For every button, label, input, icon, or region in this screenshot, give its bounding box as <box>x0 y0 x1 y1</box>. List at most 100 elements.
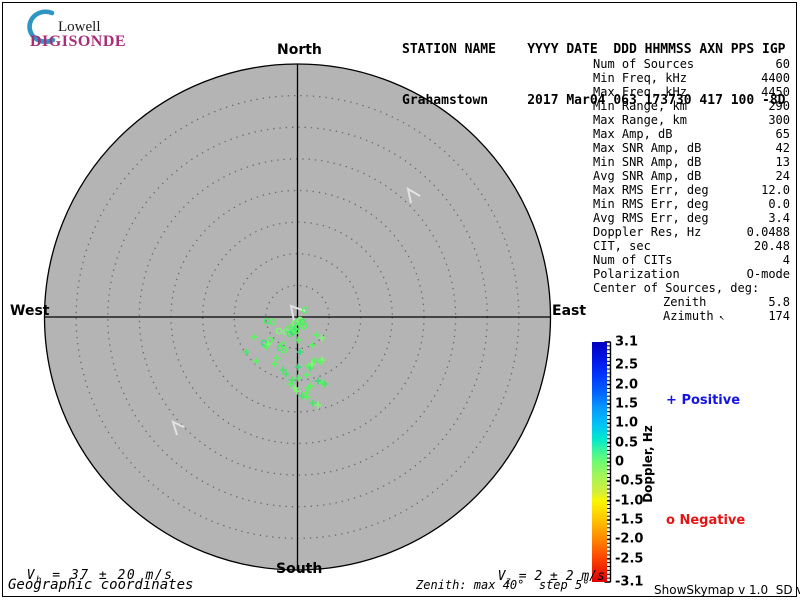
stat-row: Max RMS Err, deg 12.0 <box>593 183 790 197</box>
legend-positive: + Positive <box>666 393 740 408</box>
source-marker-negative <box>266 336 274 344</box>
stat-value: 0.0488 <box>746 225 790 239</box>
stat-row: Min SNR Amp, dB 13 <box>593 155 790 169</box>
legend-positive-label: Positive <box>681 393 741 408</box>
colorbar-tick-label: -2.0 <box>615 531 644 547</box>
stat-row: Min RMS Err, deg 0.0 <box>593 197 790 211</box>
source-marker-negative <box>280 346 288 354</box>
source-marker-positive <box>316 358 324 366</box>
stat-value: 42 <box>775 141 790 155</box>
stat-label: Max Amp, dB <box>593 127 673 141</box>
compass-label-north: North <box>277 42 322 58</box>
source-marker-positive <box>303 371 311 379</box>
colorbar-axis-label: Doppler, Hz <box>641 425 655 503</box>
stat-label: CIT, sec <box>593 239 651 253</box>
stat-row: Max Amp, dB 65 <box>593 127 790 141</box>
plus-marker-icon: + <box>666 393 677 408</box>
stat-value: O-mode <box>746 267 790 281</box>
compass-label-east: East <box>552 303 587 319</box>
coordinates-mode-label: Geographic coordinates <box>8 577 194 593</box>
source-marker-negative <box>289 328 297 336</box>
colorbar-tick-label: -1.5 <box>615 512 644 528</box>
stat-value: 3.4 <box>768 211 790 225</box>
colorbar-tick-label: 2.5 <box>615 357 639 373</box>
source-marker-positive <box>294 363 302 371</box>
zenith-ring <box>138 158 457 476</box>
stat-value: 4450 <box>761 85 790 99</box>
stat-value: 24 <box>775 169 790 183</box>
legend-negative-label: Negative <box>679 513 746 528</box>
zenith-ring <box>233 253 362 381</box>
source-marker-negative <box>269 318 277 326</box>
zenith-ring <box>107 126 488 508</box>
source-marker-positive <box>279 366 287 374</box>
colorbar-tick-label: -0.5 <box>615 473 644 489</box>
source-marker-positive <box>286 380 294 388</box>
stat-label: Min SNR Amp, dB <box>593 155 702 169</box>
software-version-label: ShowSkymap v 1.0 SD v 5.1 <box>654 583 800 597</box>
source-marker-positive <box>304 384 312 392</box>
stat-row: Max Range, km 300 <box>593 113 790 127</box>
direction-arrow <box>171 420 185 436</box>
source-marker-positive <box>307 382 315 390</box>
stat-label: Max Range, km <box>593 113 687 127</box>
logo-text-digisonde: DIGISONDE <box>30 33 127 50</box>
stat-row: CIT, sec 20.48 <box>593 239 790 253</box>
stat-label: Azimuth ↖ <box>663 309 725 323</box>
doppler-colorbar <box>592 342 607 582</box>
stat-label: Center of Sources, deg: <box>593 281 760 295</box>
stat-label: Num of CITs <box>593 253 673 267</box>
source-marker-negative <box>276 344 284 352</box>
source-marker-negative <box>260 339 268 347</box>
zenith-ring <box>75 94 520 540</box>
stat-value: 13 <box>775 155 790 169</box>
skymap-disc <box>43 63 552 571</box>
source-marker-positive <box>250 333 258 341</box>
stat-label: Avg SNR Amp, dB <box>593 169 702 183</box>
source-marker-positive <box>311 356 319 364</box>
source-marker-positive <box>318 334 326 342</box>
source-marker-negative <box>279 341 287 349</box>
source-marker-positive <box>288 376 296 384</box>
source-marker-positive <box>282 370 290 378</box>
stat-value: 174 <box>768 309 790 323</box>
zenith-ring <box>265 284 330 350</box>
zenith-ring <box>201 221 394 413</box>
source-marker-positive <box>294 336 302 344</box>
source-marker-positive <box>293 387 301 395</box>
stat-label: Min RMS Err, deg <box>593 197 709 211</box>
colorbar-tick-label: -2.5 <box>615 551 644 567</box>
legend-negative: o Negative <box>666 513 745 528</box>
stat-row: Azimuth ↖ 174 <box>593 309 790 325</box>
colorbar-tick-label: -3.1 <box>615 574 644 590</box>
compass-label-west: West <box>10 303 50 319</box>
source-marker-positive <box>294 374 302 382</box>
stat-value: 20.48 <box>753 239 790 253</box>
colorbar-tick-label: -1.0 <box>615 493 644 509</box>
compass-label-south: South <box>276 561 323 577</box>
source-marker-negative <box>275 327 283 335</box>
stat-value: 4 <box>782 253 790 267</box>
stat-label: Max SNR Amp, dB <box>593 141 702 155</box>
stat-label: Min Range, km <box>593 99 687 113</box>
stat-value: 65 <box>775 127 790 141</box>
lowell-digisonde-logo: Lowell DIGISONDE <box>12 5 152 50</box>
source-marker-positive <box>264 340 272 348</box>
source-marker-positive <box>318 356 326 364</box>
source-marker-positive <box>303 393 311 401</box>
source-marker-positive <box>314 377 322 385</box>
stat-value: 12.0 <box>761 183 790 197</box>
source-marker-positive <box>314 401 322 409</box>
stat-label: Avg RMS Err, deg <box>593 211 709 225</box>
source-marker-positive <box>271 360 279 368</box>
stats-panel: Num of Sources 60 Min Freq, kHz 4400 Max Fre… <box>593 57 790 325</box>
azimuth-arrow-icon: ↖ <box>713 313 725 323</box>
source-marker-positive <box>309 399 317 407</box>
stat-value: 5.8 <box>768 295 790 309</box>
source-marker-positive <box>304 362 312 370</box>
source-marker-negative <box>293 323 301 331</box>
stat-row: Avg SNR Amp, dB 24 <box>593 169 790 183</box>
stat-row: Doppler Res, Hz 0.0488 <box>593 225 790 239</box>
direction-arrow <box>289 304 306 322</box>
source-marker-negative <box>292 327 300 335</box>
